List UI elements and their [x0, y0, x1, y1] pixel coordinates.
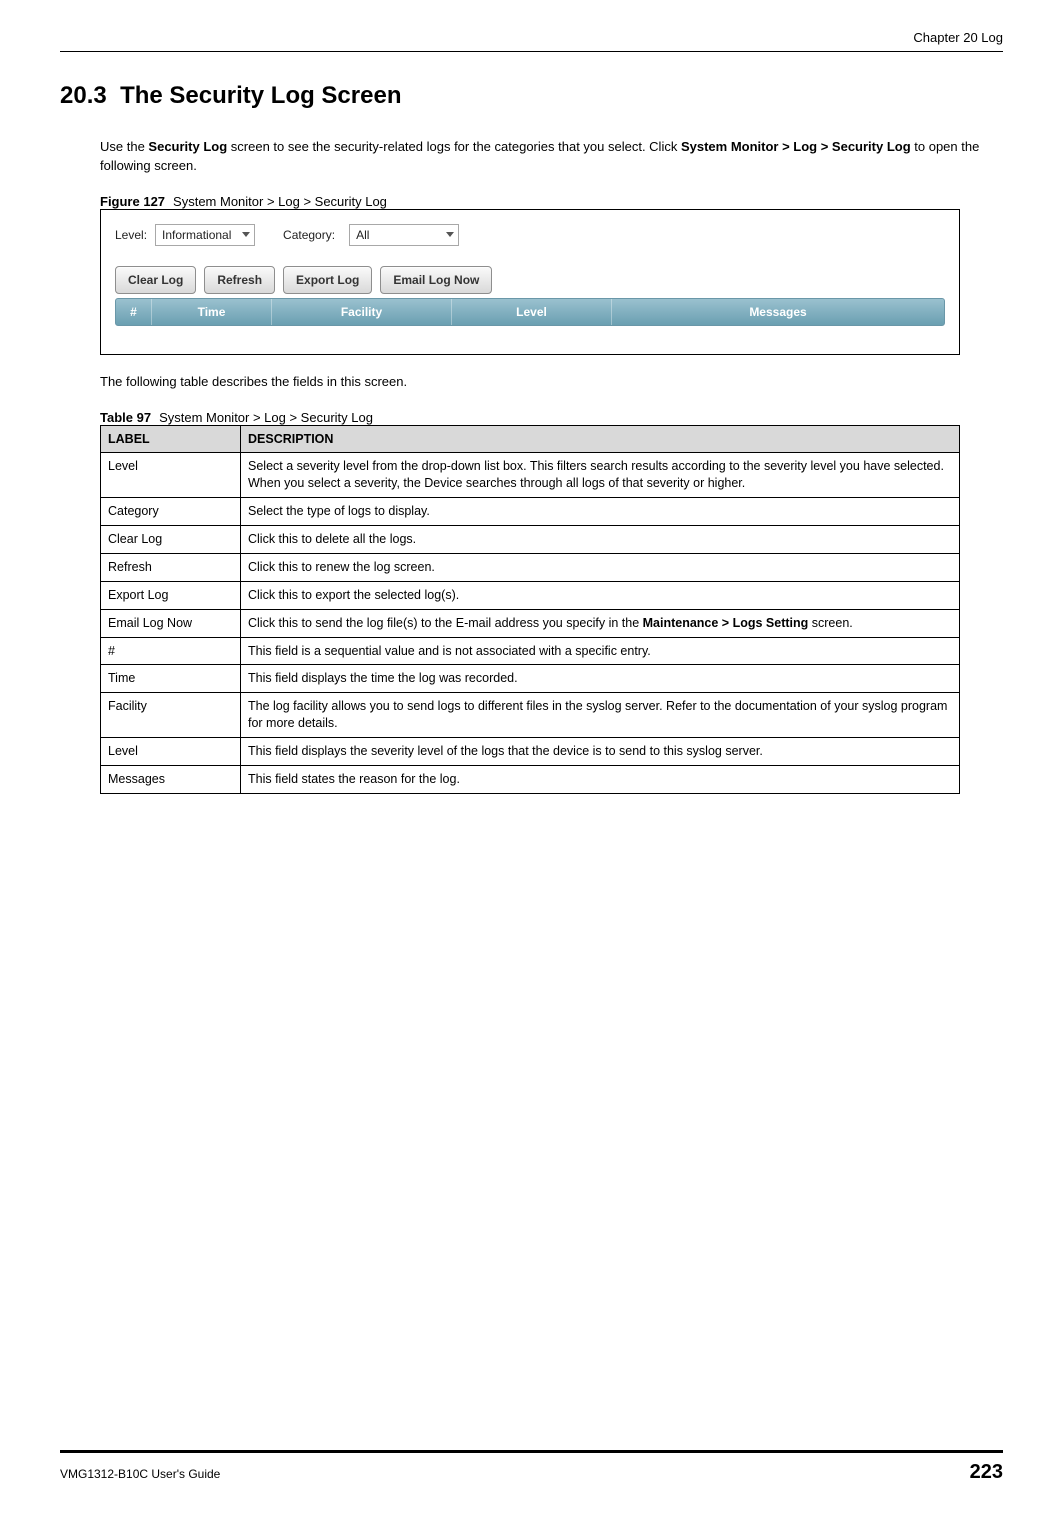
row-desc: Click this to delete all the logs. [241, 526, 960, 554]
row-desc: This field displays the severity level o… [241, 738, 960, 766]
table-row: Email Log Now Click this to send the log… [101, 609, 960, 637]
chevron-down-icon [446, 232, 454, 237]
description-table: LABEL DESCRIPTION Level Select a severit… [100, 425, 960, 794]
figure-number: Figure 127 [100, 194, 165, 209]
clear-log-button[interactable]: Clear Log [115, 266, 196, 294]
row-desc: Select a severity level from the drop-do… [241, 453, 960, 498]
log-table-header: # Time Facility Level Messages [115, 298, 945, 326]
row-desc-pre: Click this to send the log file(s) to th… [248, 616, 643, 630]
section-title: The Security Log Screen [120, 82, 401, 109]
button-row: Clear Log Refresh Export Log Email Log N… [115, 266, 945, 294]
level-dropdown[interactable]: Informational [155, 224, 255, 246]
footer-divider [60, 1450, 1003, 1453]
email-log-now-button[interactable]: Email Log Now [380, 266, 492, 294]
intro-mid: screen to see the security-related logs … [227, 139, 681, 154]
row-desc: This field displays the time the log was… [241, 665, 960, 693]
row-desc: Click this to send the log file(s) to th… [241, 609, 960, 637]
table-row: # This field is a sequential value and i… [101, 637, 960, 665]
level-label: Level: [115, 228, 147, 242]
row-label: Level [101, 738, 241, 766]
chapter-text: Chapter 20 Log [913, 30, 1003, 45]
chapter-header: Chapter 20 Log [60, 30, 1003, 52]
row-label: Email Log Now [101, 609, 241, 637]
row-label: Level [101, 453, 241, 498]
row-desc: Click this to renew the log screen. [241, 553, 960, 581]
row-label: Messages [101, 765, 241, 793]
filter-row: Level: Informational Category: All [115, 224, 945, 246]
table-row: Export Log Click this to export the sele… [101, 581, 960, 609]
page-footer: VMG1312-B10C User's Guide 223 [60, 1450, 1003, 1484]
category-dropdown[interactable]: All [349, 224, 459, 246]
col-messages: Messages [612, 299, 944, 325]
table-caption-text: System Monitor > Log > Security Log [159, 410, 373, 425]
th-description: DESCRIPTION [241, 425, 960, 453]
footer-guide: VMG1312-B10C User's Guide [60, 1467, 220, 1481]
intro-paragraph: Use the Security Log screen to see the s… [100, 138, 993, 176]
table-number: Table 97 [100, 410, 151, 425]
table-row: Level This field displays the severity l… [101, 738, 960, 766]
col-level: Level [452, 299, 612, 325]
figure-caption: Figure 127 System Monitor > Log > Securit… [100, 194, 1003, 209]
table-caption: Table 97 System Monitor > Log > Security … [100, 410, 1003, 425]
figure-caption-text: System Monitor > Log > Security Log [173, 194, 387, 209]
chevron-down-icon [242, 232, 250, 237]
col-facility: Facility [272, 299, 452, 325]
row-label: Export Log [101, 581, 241, 609]
figure-screenshot: Level: Informational Category: All Clear… [100, 209, 960, 355]
th-label: LABEL [101, 425, 241, 453]
table-row: Category Select the type of logs to disp… [101, 498, 960, 526]
export-log-button[interactable]: Export Log [283, 266, 372, 294]
intro-bold-1: Security Log [148, 139, 227, 154]
table-row: Time This field displays the time the lo… [101, 665, 960, 693]
row-desc: This field is a sequential value and is … [241, 637, 960, 665]
row-desc-post: screen. [808, 616, 852, 630]
row-label: Refresh [101, 553, 241, 581]
row-desc-bold: Maintenance > Logs Setting [643, 616, 809, 630]
category-label: Category: [283, 228, 335, 242]
row-label: Facility [101, 693, 241, 738]
section-heading: 20.3 The Security Log Screen [60, 82, 1003, 110]
table-row: Refresh Click this to renew the log scre… [101, 553, 960, 581]
row-label: # [101, 637, 241, 665]
post-figure-text: The following table describes the fields… [100, 373, 993, 392]
table-row: Facility The log facility allows you to … [101, 693, 960, 738]
row-label: Clear Log [101, 526, 241, 554]
row-desc: The log facility allows you to send logs… [241, 693, 960, 738]
table-row: Clear Log Click this to delete all the l… [101, 526, 960, 554]
category-value: All [356, 228, 369, 242]
row-label: Time [101, 665, 241, 693]
level-value: Informational [162, 228, 231, 242]
table-row: Level Select a severity level from the d… [101, 453, 960, 498]
intro-prefix: Use the [100, 139, 148, 154]
row-label: Category [101, 498, 241, 526]
section-number: 20.3 [60, 82, 107, 109]
intro-bold-2: System Monitor > Log > Security Log [681, 139, 911, 154]
page-number: 223 [970, 1461, 1003, 1484]
table-header-row: LABEL DESCRIPTION [101, 425, 960, 453]
col-num: # [116, 299, 152, 325]
row-desc: Select the type of logs to display. [241, 498, 960, 526]
col-time: Time [152, 299, 272, 325]
table-row: Messages This field states the reason fo… [101, 765, 960, 793]
row-desc: This field states the reason for the log… [241, 765, 960, 793]
row-desc: Click this to export the selected log(s)… [241, 581, 960, 609]
refresh-button[interactable]: Refresh [204, 266, 275, 294]
